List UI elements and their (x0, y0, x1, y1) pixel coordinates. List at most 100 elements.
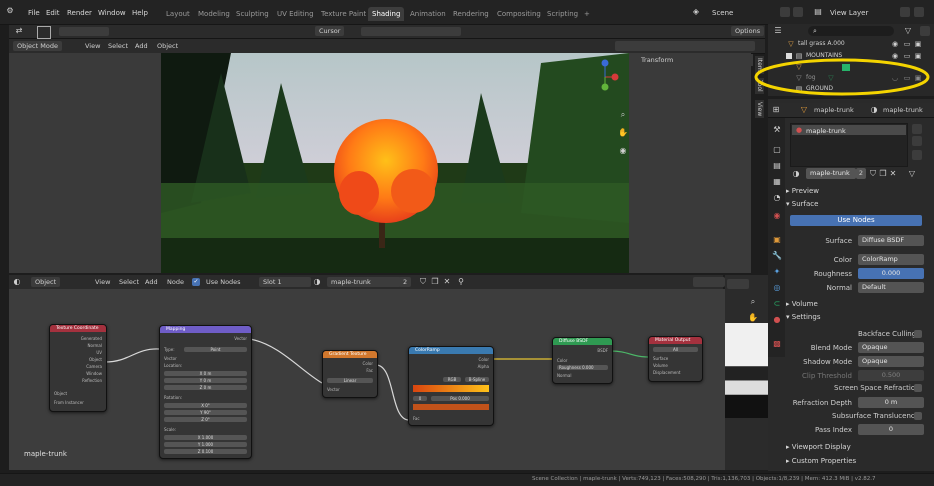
mapping-scale-x[interactable]: X 1.000 (164, 435, 247, 440)
particles-tab-icon[interactable]: ✦ (771, 267, 783, 277)
refraction-depth-field[interactable]: 0 m (858, 397, 924, 408)
texcoord-output-uv: UV (96, 350, 102, 355)
filter-icon[interactable]: ▽ (902, 26, 914, 36)
diffuse-roughness-field[interactable]: Roughness 0.000 (557, 365, 608, 370)
add-slot-button[interactable] (912, 124, 922, 134)
new-scene-icon[interactable] (780, 7, 790, 17)
render-tab-icon[interactable]: ▢ (771, 145, 783, 155)
mapping-loc-z[interactable]: Z 0 m (164, 385, 247, 390)
remove-slot-button[interactable] (912, 136, 922, 146)
mapping-loc-y[interactable]: Y 0 m (164, 378, 247, 383)
duplicate-icon[interactable]: ❐ (878, 169, 888, 179)
mapping-rot-y[interactable]: Y 90° (164, 410, 247, 415)
material-slot-list[interactable]: ● maple-trunk (790, 123, 908, 167)
surface-shader-field[interactable]: Diffuse BSDF (858, 235, 924, 246)
mapping-scale-y[interactable]: Y 1.000 (164, 442, 247, 447)
colorramp-stop-index[interactable]: 0 (413, 396, 427, 401)
texture-tab-icon[interactable]: ▩ (771, 339, 783, 349)
modifier-tab-icon[interactable]: 🔧 (771, 251, 783, 261)
monitor-icon[interactable]: ▭ (902, 39, 912, 49)
view-layer-icon[interactable]: ▤ (812, 7, 824, 17)
outliner-search-input[interactable]: ⌕ (808, 26, 894, 36)
outliner-editor-icon[interactable]: ☰ (772, 26, 784, 36)
colorramp-stop-pos[interactable]: Pos 0.000 (431, 396, 489, 401)
delete-scene-icon[interactable] (793, 7, 803, 17)
section-surface[interactable]: ▾ Surface (786, 198, 930, 210)
node-texcoord-title: Texture Coordinate (50, 325, 106, 332)
roughness-field[interactable]: 0.000 (858, 268, 924, 279)
normal-input-field[interactable]: Default (858, 282, 924, 293)
color-input-field[interactable]: ColorRamp (858, 254, 924, 265)
pass-index-field[interactable]: 0 (858, 424, 924, 435)
output-tab-icon[interactable]: ▤ (771, 161, 783, 171)
camera-icon[interactable]: ▣ (913, 39, 923, 49)
output-input-displacement: Displacement (653, 370, 681, 375)
node-texture-coordinate[interactable]: Texture Coordinate Generated Normal UV O… (49, 324, 107, 412)
new-collection-icon[interactable] (920, 26, 930, 36)
texcoord-from-instancer[interactable]: From Instancer (54, 400, 102, 405)
node-material-output[interactable]: Material Output All Surface Volume Displ… (648, 336, 703, 382)
material-users-count[interactable]: 2 (856, 168, 866, 179)
node-mapping[interactable]: Mapping Vector Type: Point Vector Locati… (159, 325, 252, 459)
node-gradient-texture[interactable]: Gradient Texture Color Fac Linear Vector (322, 350, 378, 398)
subsurface-translucency-checkbox[interactable] (914, 412, 922, 420)
properties-editor-icon[interactable]: ⊞ (770, 105, 782, 115)
material-sphere-icon: ● (795, 126, 803, 134)
mapping-type-dropdown[interactable]: Point (184, 347, 247, 352)
scene-tab-icon[interactable]: ◔ (771, 193, 783, 203)
unlink-icon[interactable]: ✕ (888, 169, 898, 179)
constraints-tab-icon[interactable]: ⊂ (771, 299, 783, 309)
screen-space-refraction-checkbox[interactable] (914, 384, 922, 392)
mapping-rot-x[interactable]: X 0° (164, 403, 247, 408)
view-layer-tab-icon[interactable]: ▦ (771, 177, 783, 187)
section-volume[interactable]: ▸ Volume (786, 298, 930, 310)
use-nodes-button[interactable]: Use Nodes (790, 215, 922, 226)
delete-view-layer-icon[interactable] (914, 7, 924, 17)
node-colorramp[interactable]: ColorRamp Color Alpha RGB B-Spline 0 Pos… (408, 346, 494, 426)
new-view-layer-icon[interactable] (900, 7, 910, 17)
subsurface-translucency-label: Subsurface Translucency (832, 412, 919, 420)
properties-object-name[interactable]: maple-trunk (814, 106, 854, 114)
material-browse-icon[interactable]: ◑ (790, 169, 802, 179)
clip-threshold-field[interactable]: 0.500 (858, 370, 924, 381)
section-viewport-display[interactable]: ▸ Viewport Display (786, 441, 930, 453)
colorramp-mode-dropdown[interactable]: RGB (443, 377, 461, 382)
section-settings[interactable]: ▾ Settings (786, 311, 930, 323)
node-diffuse-bsdf[interactable]: Diffuse BSDF BSDF Color Roughness 0.000 … (552, 337, 613, 384)
material-name-field[interactable]: maple-trunk (806, 168, 856, 179)
image-pan-hand-icon[interactable]: ✋ (747, 313, 759, 323)
mapping-rot-z[interactable]: Z 0° (164, 417, 247, 422)
properties-material-breadcrumb[interactable]: maple-trunk (883, 106, 923, 114)
view-layer-name[interactable]: View Layer (830, 9, 868, 17)
image-editor-type-button[interactable] (727, 279, 749, 289)
mapping-output-vector: Vector (234, 336, 247, 341)
slot-specials-button[interactable] (912, 150, 922, 160)
material-slot-item[interactable]: ● maple-trunk (792, 125, 906, 135)
backface-culling-checkbox[interactable] (914, 330, 922, 338)
fake-user-icon[interactable]: ⛉ (868, 169, 878, 179)
blend-mode-dropdown[interactable]: Opaque (858, 342, 924, 353)
output-target-dropdown[interactable]: All (653, 347, 698, 352)
object-tab-icon[interactable]: ▣ (771, 235, 783, 245)
properties-header: ⊞ ▽ maple-trunk ◑ maple-trunk (768, 103, 934, 118)
section-preview[interactable]: ▸ Preview (786, 185, 930, 197)
image-zoom-icon[interactable]: ⌕ (747, 297, 759, 307)
visibility-eye-icon[interactable]: ◉ (890, 39, 900, 49)
tool-tab-icon[interactable]: ⚒ (771, 125, 783, 135)
physics-tab-icon[interactable]: ◎ (771, 283, 783, 293)
colorramp-interp-dropdown[interactable]: B-Spline (465, 377, 489, 382)
colorramp-gradient-bar[interactable] (413, 385, 489, 392)
backface-culling-label: Backface Culling (858, 330, 917, 338)
colorramp-stop-color[interactable] (413, 404, 489, 410)
gradient-type-dropdown[interactable]: Linear (327, 378, 373, 383)
outliner-row-tall-grass[interactable]: ▽ tall grass A.000 ◉ ▭ ▣ (786, 39, 926, 50)
browse-dropdown-icon[interactable]: ▽ (906, 169, 918, 179)
shadow-mode-dropdown[interactable]: Opaque (858, 356, 924, 367)
material-tab-icon[interactable]: ● (771, 315, 783, 325)
mapping-scale-z[interactable]: Z 0.100 (164, 449, 247, 454)
world-tab-icon[interactable]: ◉ (771, 211, 783, 221)
section-custom-properties[interactable]: ▸ Custom Properties (786, 455, 930, 467)
mapping-loc-x[interactable]: X 0 m (164, 371, 247, 376)
texcoord-output-reflection: Reflection (82, 378, 102, 383)
colorramp-input-fac: Fac (413, 416, 420, 421)
